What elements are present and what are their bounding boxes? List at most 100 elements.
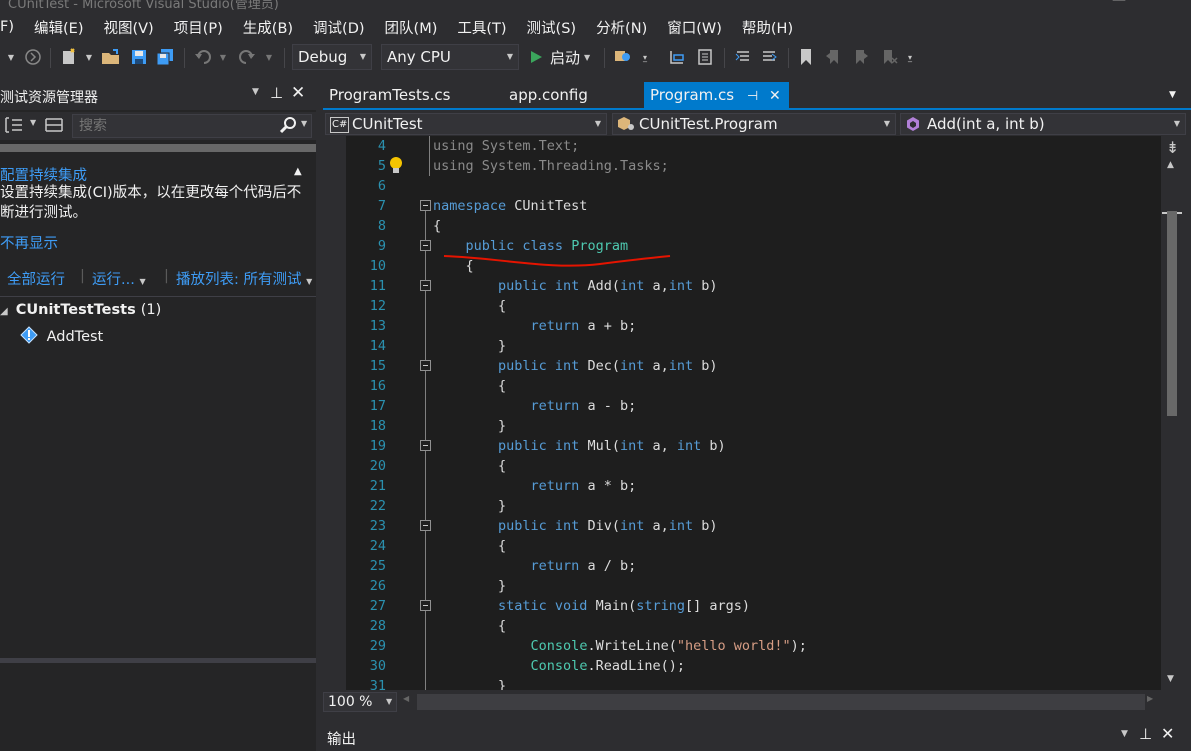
playlist-link[interactable]: 播放列表: 所有测试 ▼ xyxy=(176,268,316,289)
collapse-outline-icon[interactable] xyxy=(420,600,431,611)
collapse-outline-icon[interactable] xyxy=(420,440,431,451)
tab-list-dropdown-icon[interactable]: ▼ xyxy=(1169,90,1176,100)
run-all-link[interactable]: 全部运行 xyxy=(7,268,65,289)
code-line[interactable]: 20 { xyxy=(323,456,1161,476)
class-select[interactable]: CUnitTest.Program ▼ xyxy=(612,113,896,135)
lightbulb-icon[interactable] xyxy=(389,156,403,176)
code-line[interactable]: 28 { xyxy=(323,616,1161,636)
code-line[interactable]: 29 Console.WriteLine("hello world!"); xyxy=(323,636,1161,656)
collapse-outline-icon[interactable] xyxy=(420,520,431,531)
collapse-ci-icon[interactable]: ▲ xyxy=(294,166,302,177)
tab-app-config[interactable]: app.config xyxy=(503,82,594,108)
collapse-outline-icon[interactable] xyxy=(420,280,431,291)
next-bookmark-icon[interactable] xyxy=(850,46,872,68)
undo-icon[interactable] xyxy=(192,46,214,68)
code-line[interactable]: 16 { xyxy=(323,376,1161,396)
code-line[interactable]: 17 return a - b; xyxy=(323,396,1161,416)
menu-project[interactable]: 项目(P) xyxy=(164,17,233,38)
code-line[interactable]: 23 public int Div(int a,int b) xyxy=(323,516,1161,536)
panel-splitter[interactable] xyxy=(0,658,316,663)
collapse-outline-icon[interactable] xyxy=(420,360,431,371)
menu-edit[interactable]: 编辑(E) xyxy=(24,17,93,38)
output-menu-dropdown-icon[interactable]: ▼ xyxy=(1121,729,1128,739)
search-dropdown-icon[interactable]: ▼ xyxy=(301,119,307,128)
test-item[interactable]: AddTest xyxy=(20,326,103,348)
code-line[interactable]: 5 using System.Threading.Tasks; xyxy=(323,156,1161,176)
bookmark-icon[interactable] xyxy=(796,46,816,68)
uncomment-lines-icon[interactable] xyxy=(758,46,780,68)
code-line[interactable]: 30 Console.ReadLine(); xyxy=(323,656,1161,676)
pin-icon[interactable]: ⊥ xyxy=(270,84,283,102)
panel-resizer[interactable] xyxy=(316,82,323,751)
code-line[interactable]: 11 public int Add(int a,int b) xyxy=(323,276,1161,296)
zoom-select[interactable]: 100 % ▼ xyxy=(323,692,397,712)
split-window-icon[interactable]: ⇟ xyxy=(1166,138,1179,157)
vertical-scroll-thumb[interactable] xyxy=(1167,211,1177,416)
collapse-outline-icon[interactable] xyxy=(420,200,431,211)
playlist-icon[interactable] xyxy=(44,116,64,138)
start-debug-button[interactable]: 启动 ▼ xyxy=(528,46,598,68)
step-icon[interactable] xyxy=(666,46,688,68)
collapse-outline-icon[interactable] xyxy=(420,240,431,251)
code-line[interactable]: 13 return a + b; xyxy=(323,316,1161,336)
attach-dropdown-icon[interactable]: ▾̲ xyxy=(638,46,652,68)
vertical-scrollbar[interactable]: ⇟ ▲ ▼ xyxy=(1161,136,1191,690)
member-select[interactable]: Add(int a, int b) ▼ xyxy=(900,113,1186,135)
code-line[interactable]: 26 } xyxy=(323,576,1161,596)
save-all-icon[interactable] xyxy=(154,46,176,68)
new-dropdown-icon[interactable]: ▼ xyxy=(84,46,94,68)
close-panel-icon[interactable]: ✕ xyxy=(291,83,305,103)
code-line[interactable]: 18 } xyxy=(323,416,1161,436)
test-search-input[interactable] xyxy=(73,115,263,137)
tab-pin-icon[interactable]: ⊣ xyxy=(747,89,758,104)
horizontal-scrollbar[interactable] xyxy=(417,694,1145,710)
tab-programtests[interactable]: ProgramTests.cs xyxy=(323,82,456,108)
tab-close-icon[interactable]: ✕ xyxy=(769,88,781,104)
redo-dropdown-icon[interactable]: ▼ xyxy=(264,46,274,68)
output-close-icon[interactable]: ✕ xyxy=(1161,724,1174,743)
menu-analyze[interactable]: 分析(N) xyxy=(586,17,657,38)
code-line[interactable]: 8{ xyxy=(323,216,1161,236)
back-dropdown-icon[interactable]: ▼ xyxy=(4,46,18,68)
undo-dropdown-icon[interactable]: ▼ xyxy=(218,46,228,68)
search-icon[interactable] xyxy=(279,116,297,138)
open-file-icon[interactable] xyxy=(100,46,122,68)
expand-triangle-icon[interactable]: ◢ xyxy=(0,306,8,317)
scroll-right-icon[interactable]: ▶ xyxy=(1147,694,1153,703)
prev-bookmark-icon[interactable] xyxy=(822,46,844,68)
group-by-icon[interactable] xyxy=(4,116,24,138)
code-line[interactable]: 15 public int Dec(int a,int b) xyxy=(323,356,1161,376)
menu-tools[interactable]: 工具(T) xyxy=(447,17,516,38)
scroll-left-icon[interactable]: ◀ xyxy=(403,694,409,703)
solution-config-select[interactable]: Debug ▼ xyxy=(292,44,372,70)
code-line[interactable]: 7 namespace CUnitTest xyxy=(323,196,1161,216)
navigate-forward-icon[interactable] xyxy=(24,46,42,68)
code-line[interactable]: 12 { xyxy=(323,296,1161,316)
code-line[interactable]: 31 } xyxy=(323,676,1161,690)
dont-show-again-link[interactable]: 不再显示 xyxy=(0,232,58,253)
toolbar-overflow-icon[interactable]: ▾̲ xyxy=(904,46,916,68)
new-project-icon[interactable] xyxy=(58,46,80,68)
clear-bookmarks-icon[interactable] xyxy=(878,46,900,68)
code-line[interactable]: 19 public int Mul(int a, int b) xyxy=(323,436,1161,456)
code-line[interactable]: 27 static void Main(string[] args) xyxy=(323,596,1161,616)
comment-lines-icon[interactable] xyxy=(732,46,754,68)
group-by-dropdown-icon[interactable]: ▼ xyxy=(30,118,36,127)
test-project-node[interactable]: ◢ CUnitTestTests (1) xyxy=(0,302,161,318)
output-pin-icon[interactable]: ⊥ xyxy=(1139,725,1152,743)
tab-program-cs[interactable]: Program.cs ⊣ ✕ xyxy=(644,82,789,108)
menu-view[interactable]: 视图(V) xyxy=(93,17,163,38)
code-line[interactable]: 14 } xyxy=(323,336,1161,356)
scroll-up-icon[interactable]: ▲ xyxy=(1167,160,1174,170)
scroll-down-icon[interactable]: ▼ xyxy=(1167,674,1174,684)
code-line[interactable]: 4 using System.Text; xyxy=(323,136,1161,156)
project-select[interactable]: C# CUnitTest ▼ xyxy=(325,113,607,135)
code-line[interactable]: 22 } xyxy=(323,496,1161,516)
save-icon[interactable] xyxy=(128,46,150,68)
redo-icon[interactable] xyxy=(236,46,258,68)
menu-window[interactable]: 窗口(W) xyxy=(657,17,732,38)
panel-menu-dropdown-icon[interactable]: ▼ xyxy=(252,87,259,97)
code-line[interactable]: 24 { xyxy=(323,536,1161,556)
menu-debug[interactable]: 调试(D) xyxy=(303,17,374,38)
code-editor[interactable]: 4 using System.Text; 5 using System.Threadi… xyxy=(323,136,1161,690)
